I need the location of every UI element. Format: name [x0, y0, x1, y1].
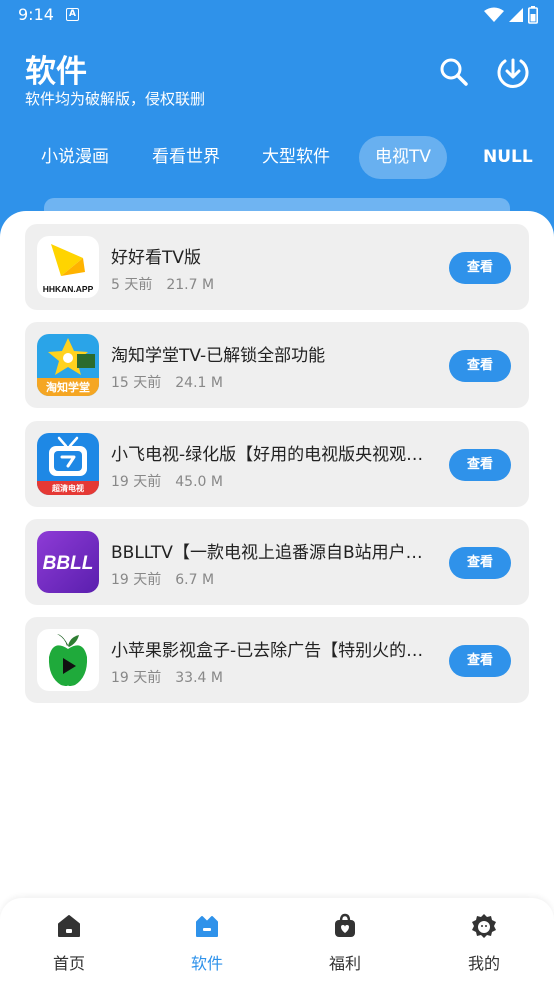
- download-icon: [497, 58, 529, 88]
- list-item[interactable]: BBLL BBLLTV【一款电视上追番源自B站用户自制的软件】 19 天前 6.7…: [25, 519, 529, 605]
- category-tabs: 小说漫画 看看世界 大型软件 电视TV NULL: [0, 136, 554, 180]
- view-button[interactable]: 查看: [449, 252, 511, 284]
- profile-icon: [472, 914, 496, 938]
- app-meta: 19 天前 33.4 M: [111, 667, 223, 687]
- list-item[interactable]: 小苹果影视盒子-已去除广告【特别火的影视软件】 19 天前 33.4 M 查看: [25, 617, 529, 703]
- nav-label: 福利: [328, 954, 361, 973]
- battery-icon: [528, 6, 538, 24]
- view-button[interactable]: 查看: [449, 350, 511, 382]
- wifi-icon: [484, 7, 504, 22]
- software-icon: [196, 916, 218, 937]
- app-meta: 19 天前 45.0 M: [111, 471, 223, 491]
- home-icon: [58, 915, 80, 937]
- page-subtitle: 软件均为破解版，侵权联删: [25, 90, 206, 108]
- list-item[interactable]: 超清电视 小飞电视-绿化版【好用的电视版央视观看软件】 19 天前 45.0 M …: [25, 421, 529, 507]
- app-updated: 15 天前: [111, 375, 162, 391]
- app-name: 好好看TV版: [111, 248, 202, 268]
- app-size: 33.4 M: [175, 670, 223, 686]
- bottom-nav: 首页 软件 福利 我的: [0, 898, 554, 984]
- app-size: 45.0 M: [175, 474, 223, 490]
- app-size: 24.1 M: [175, 375, 223, 391]
- app-meta: 5 天前 21.7 M: [111, 274, 214, 294]
- hhkan-icon-text: HHKAN.APP: [43, 284, 94, 294]
- tab-novel-comic[interactable]: 小说漫画: [25, 136, 125, 179]
- view-button[interactable]: 查看: [449, 645, 511, 677]
- app-updated: 19 天前: [111, 670, 162, 686]
- nav-label: 软件: [190, 954, 223, 973]
- page-title: 软件: [25, 54, 87, 90]
- nav-label: 首页: [52, 954, 85, 973]
- app-size: 6.7 M: [175, 572, 215, 588]
- bbll-icon: BBLL: [37, 531, 99, 593]
- tab-watch-world[interactable]: 看看世界: [136, 136, 236, 179]
- status-time: 9:14: [18, 5, 54, 24]
- notification-icon: A: [66, 8, 79, 21]
- content-sheet: HHKAN.APP 好好看TV版 5 天前 21.7 M 查看 淘知学堂 淘知学堂…: [0, 211, 554, 911]
- app-meta: 15 天前 24.1 M: [111, 372, 223, 392]
- app-updated: 19 天前: [111, 572, 162, 588]
- nav-profile[interactable]: 我的: [439, 912, 529, 974]
- list-item[interactable]: 淘知学堂 淘知学堂TV-已解锁全部功能 15 天前 24.1 M 查看: [25, 322, 529, 408]
- taozhi-icon-text: 淘知学堂: [46, 380, 90, 394]
- status-icons: [484, 6, 538, 24]
- app-size: 21.7 M: [166, 277, 215, 293]
- app-name: 小苹果影视盒子-已去除广告【特别火的影视软件】: [111, 641, 439, 661]
- search-button[interactable]: [436, 54, 472, 90]
- taozhi-app-icon: 淘知学堂: [37, 334, 99, 396]
- hhkan-app-icon: HHKAN.APP: [37, 236, 99, 298]
- apple-icon: [37, 629, 99, 691]
- app-name: BBLLTV【一款电视上追番源自B站用户自制的软件】: [111, 543, 439, 563]
- list-item[interactable]: HHKAN.APP 好好看TV版 5 天前 21.7 M 查看: [25, 224, 529, 310]
- nav-welfare[interactable]: 福利: [300, 912, 390, 974]
- tab-tv[interactable]: 电视TV: [359, 136, 448, 179]
- tab-large-software[interactable]: 大型软件: [246, 136, 346, 179]
- view-button[interactable]: 查看: [449, 449, 511, 481]
- xiaofei-icon-text: 超清电视: [51, 483, 84, 493]
- nav-software[interactable]: 软件: [162, 912, 252, 974]
- search-icon: [440, 58, 468, 86]
- bbll-icon-text: BBLL: [43, 553, 94, 574]
- app-updated: 19 天前: [111, 474, 162, 490]
- app-name: 淘知学堂TV-已解锁全部功能: [111, 346, 326, 366]
- nav-home[interactable]: 首页: [24, 912, 114, 974]
- view-button[interactable]: 查看: [449, 547, 511, 579]
- app-meta: 19 天前 6.7 M: [111, 569, 214, 589]
- nav-label: 我的: [467, 954, 500, 973]
- app-name: 小飞电视-绿化版【好用的电视版央视观看软件】: [111, 445, 439, 465]
- status-bar: 9:14 A: [0, 0, 554, 30]
- tab-null[interactable]: NULL: [467, 136, 549, 179]
- download-button[interactable]: [495, 54, 531, 90]
- app-updated: 5 天前: [111, 277, 153, 293]
- xiaofei-tv-icon: 超清电视: [37, 433, 99, 495]
- bag-icon: [335, 913, 355, 937]
- signal-icon: [509, 8, 523, 22]
